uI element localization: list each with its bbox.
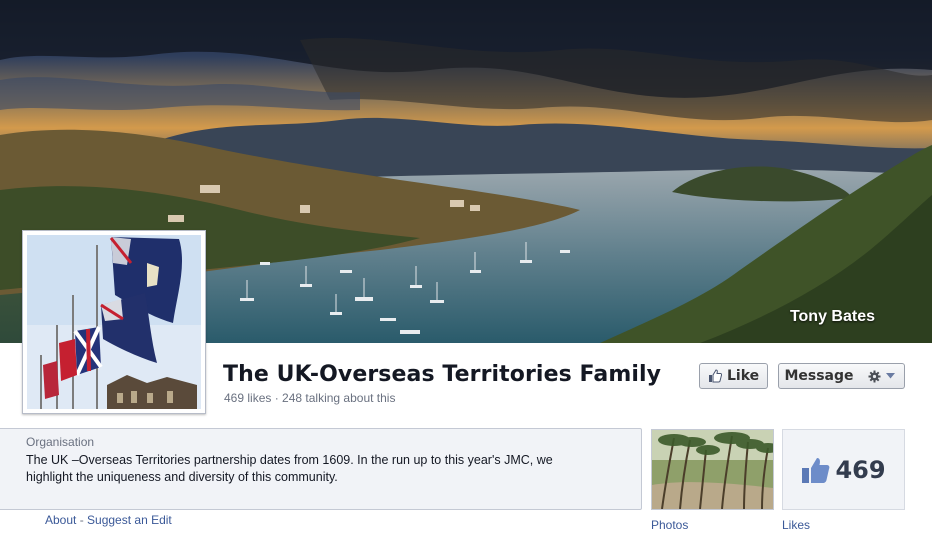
likes-count-text: 469 likes	[224, 391, 272, 405]
photo-credit: Tony Bates	[789, 308, 875, 325]
page-description: The UK –Overseas Territories partnership…	[26, 453, 553, 484]
likes-app-count: 469	[835, 455, 886, 484]
about-section: Organisation The UK –Overseas Territorie…	[0, 428, 642, 510]
thumbs-up-icon	[709, 369, 722, 383]
likes-app-label[interactable]: Likes	[782, 518, 810, 532]
flags-image	[27, 235, 201, 409]
about-link[interactable]: About	[45, 513, 76, 527]
caret-down-icon	[886, 373, 895, 379]
about-link-separator: -	[76, 513, 88, 527]
thumbs-up-icon	[802, 457, 830, 483]
palm-beach-image	[652, 430, 773, 509]
likes-app-thumbnail[interactable]: 469	[782, 429, 905, 510]
photos-app-label[interactable]: Photos	[651, 518, 688, 532]
profile-picture[interactable]	[22, 230, 206, 414]
settings-dropdown-button[interactable]	[859, 363, 905, 389]
about-links: About - Suggest an Edit	[45, 513, 172, 527]
suggest-edit-link[interactable]: Suggest an Edit	[87, 513, 172, 527]
talking-about-text: 248 talking about this	[282, 391, 396, 405]
stats-separator: ·	[271, 391, 283, 405]
photos-app-thumbnail[interactable]	[651, 429, 774, 510]
message-button[interactable]: Message	[778, 363, 860, 389]
page-title: The UK-Overseas Territories Family	[223, 362, 662, 387]
gear-icon	[868, 370, 881, 382]
page-stats: 469 likes · 248 talking about this	[224, 391, 395, 405]
like-button-label: Like	[727, 368, 760, 384]
like-button[interactable]: Like	[699, 363, 768, 389]
message-button-label: Message	[784, 368, 854, 384]
page-category: Organisation	[26, 435, 95, 449]
